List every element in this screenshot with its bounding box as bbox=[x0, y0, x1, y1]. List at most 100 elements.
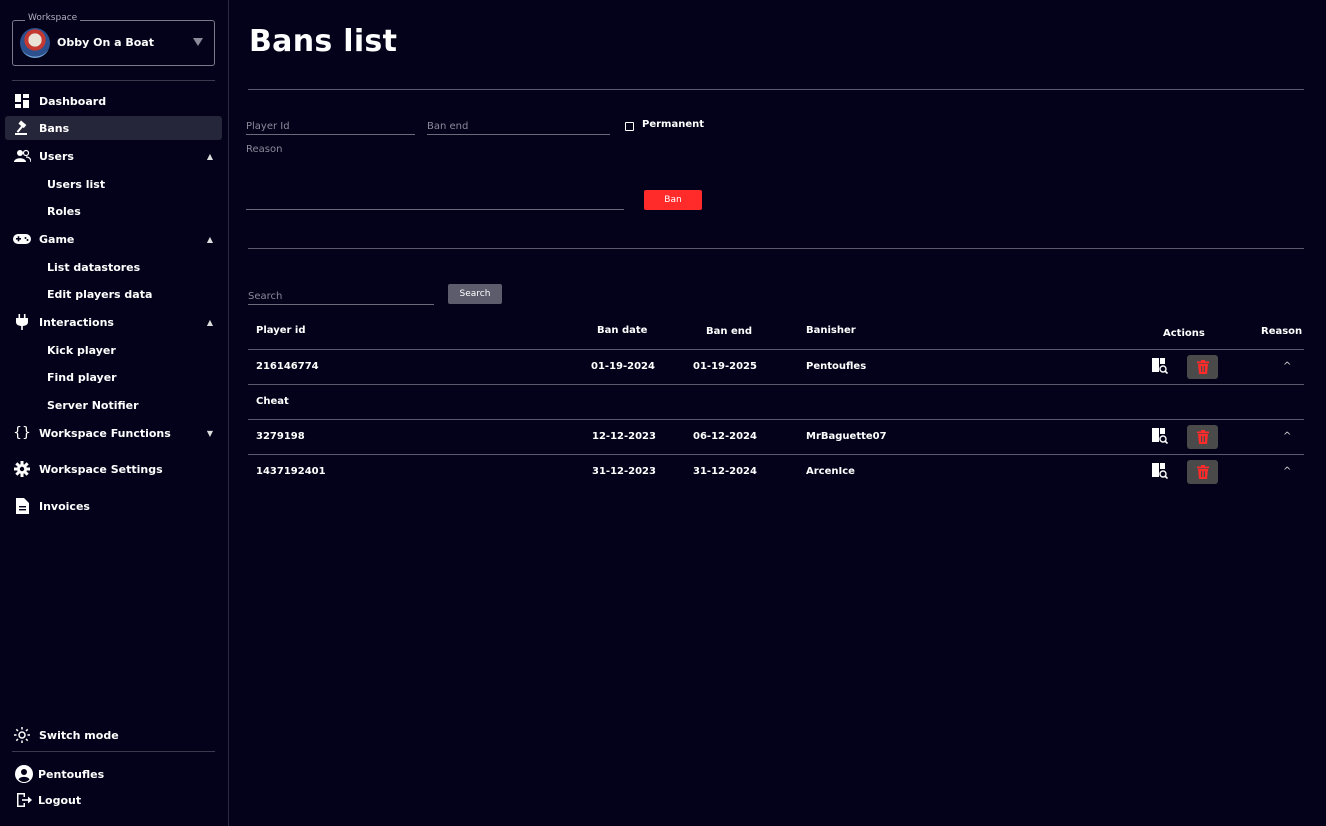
logout-button[interactable]: Logout bbox=[10, 788, 227, 812]
search-button[interactable]: Search bbox=[448, 284, 502, 304]
sidebar: Workspace Obby On a Boat Dashboard Bans … bbox=[0, 0, 229, 826]
view-details-icon[interactable] bbox=[1152, 463, 1168, 479]
view-details-icon[interactable] bbox=[1152, 428, 1168, 444]
player-id-underline bbox=[246, 134, 415, 135]
sidebar-item-users-list[interactable]: Users list bbox=[47, 174, 105, 194]
workspace-selector[interactable]: Workspace Obby On a Boat bbox=[12, 13, 215, 66]
view-details-icon[interactable] bbox=[1152, 358, 1168, 374]
workspace-label: Workspace bbox=[25, 13, 81, 23]
cell-ban-end: 31-12-2024 bbox=[693, 466, 757, 477]
sidebar-item-label: Find player bbox=[47, 370, 117, 384]
table-divider bbox=[248, 384, 1304, 385]
sidebar-item-find-player[interactable]: Find player bbox=[47, 367, 117, 387]
cell-player-id: 3279198 bbox=[256, 431, 305, 442]
braces-icon: {} bbox=[13, 425, 31, 441]
user-name: Pentoufles bbox=[38, 767, 105, 781]
sidebar-item-label: Invoices bbox=[39, 499, 90, 513]
workspace-name: Obby On a Boat bbox=[57, 36, 154, 49]
sidebar-item-label: Dashboard bbox=[39, 94, 107, 108]
table-divider bbox=[248, 349, 1304, 350]
user-profile[interactable]: Pentoufles bbox=[10, 762, 227, 786]
permanent-checkbox[interactable] bbox=[625, 122, 634, 131]
search-underline bbox=[248, 304, 434, 305]
search-input[interactable]: Search bbox=[248, 291, 282, 302]
sidebar-item-label: Users bbox=[39, 149, 74, 163]
ban-end-input[interactable]: Ban end bbox=[427, 121, 468, 132]
cell-ban-date: 12-12-2023 bbox=[592, 431, 656, 442]
delete-button[interactable] bbox=[1187, 460, 1218, 484]
workspace-avatar bbox=[20, 28, 50, 58]
sidebar-item-label: List datastores bbox=[47, 260, 141, 274]
triangle-up-icon[interactable]: ▲ bbox=[198, 235, 222, 244]
chevron-up-icon[interactable]: ^ bbox=[1283, 431, 1291, 442]
cell-player-id: 216146774 bbox=[256, 361, 319, 372]
cell-banisher: MrBaguette07 bbox=[806, 431, 887, 442]
sidebar-item-workspace-functions[interactable]: {} Workspace Functions ▼ bbox=[5, 421, 222, 445]
cell-player-id: 1437192401 bbox=[256, 466, 326, 477]
reason-underline bbox=[246, 209, 624, 210]
divider bbox=[248, 89, 1304, 90]
users-icon bbox=[5, 149, 39, 163]
account-circle-icon bbox=[10, 765, 38, 783]
sidebar-item-interactions[interactable]: Interactions ▲ bbox=[5, 310, 222, 334]
divider bbox=[12, 751, 215, 752]
sidebar-item-server-notifier[interactable]: Server Notifier bbox=[47, 395, 139, 415]
switch-mode-button[interactable]: Switch mode bbox=[5, 723, 222, 747]
divider bbox=[12, 80, 215, 81]
permanent-label: Permanent bbox=[642, 119, 705, 130]
chevron-up-icon[interactable]: ^ bbox=[1283, 466, 1291, 477]
player-id-input[interactable]: Player Id bbox=[246, 121, 290, 132]
logout-icon bbox=[10, 793, 38, 807]
sidebar-item-label: Workspace Settings bbox=[39, 462, 163, 476]
sidebar-item-label: Interactions bbox=[39, 315, 114, 329]
gamepad-icon bbox=[5, 233, 39, 245]
column-header-player-id[interactable]: Player id bbox=[256, 325, 306, 336]
cell-ban-date: 31-12-2023 bbox=[592, 466, 656, 477]
triangle-up-icon[interactable]: ▲ bbox=[198, 152, 222, 161]
reason-text: Cheat bbox=[256, 396, 289, 407]
sidebar-item-label: Game bbox=[39, 232, 75, 246]
trash-icon bbox=[1196, 430, 1209, 444]
column-header-ban-end[interactable]: Ban end bbox=[706, 326, 752, 337]
triangle-up-icon[interactable]: ▲ bbox=[198, 318, 222, 327]
table-divider bbox=[248, 454, 1304, 455]
cell-ban-end: 01-19-2025 bbox=[693, 361, 757, 372]
sidebar-item-label: Edit players data bbox=[47, 287, 153, 301]
document-icon bbox=[5, 498, 39, 514]
gear-icon bbox=[5, 461, 39, 477]
delete-button[interactable] bbox=[1187, 355, 1218, 379]
main-content: Bans list Player Id Ban end Permanent Re… bbox=[230, 0, 1326, 826]
sidebar-item-kick-player[interactable]: Kick player bbox=[47, 340, 116, 360]
sidebar-item-list-datastores[interactable]: List datastores bbox=[47, 257, 140, 277]
sidebar-item-label: Roles bbox=[47, 204, 81, 218]
cell-banisher: Pentoufles bbox=[806, 361, 867, 372]
sidebar-item-dashboard[interactable]: Dashboard bbox=[5, 89, 222, 113]
sidebar-item-label: Users list bbox=[47, 177, 106, 191]
dashboard-icon bbox=[5, 93, 39, 109]
divider bbox=[248, 248, 1304, 249]
sidebar-item-label: Workspace Functions bbox=[39, 426, 171, 440]
column-header-ban-date[interactable]: Ban date bbox=[597, 325, 647, 336]
table-divider bbox=[248, 419, 1304, 420]
sidebar-item-invoices[interactable]: Invoices bbox=[5, 494, 222, 518]
sidebar-item-workspace-settings[interactable]: Workspace Settings bbox=[5, 457, 222, 481]
column-header-banisher[interactable]: Banisher bbox=[806, 325, 856, 336]
sidebar-item-label: Server Notifier bbox=[47, 398, 139, 412]
triangle-down-icon[interactable]: ▼ bbox=[198, 429, 222, 438]
sun-icon bbox=[5, 727, 39, 743]
sidebar-item-game[interactable]: Game ▲ bbox=[5, 227, 222, 251]
reason-textarea[interactable]: Reason bbox=[246, 144, 282, 155]
chevron-up-icon[interactable]: ^ bbox=[1283, 361, 1291, 372]
sidebar-item-roles[interactable]: Roles bbox=[47, 201, 81, 221]
sidebar-item-edit-players-data[interactable]: Edit players data bbox=[47, 284, 152, 304]
trash-icon bbox=[1196, 360, 1209, 374]
caret-down-icon bbox=[193, 38, 203, 46]
sidebar-item-bans[interactable]: Bans bbox=[5, 116, 222, 140]
gavel-icon bbox=[5, 120, 39, 136]
cell-ban-date: 01-19-2024 bbox=[591, 361, 655, 372]
delete-button[interactable] bbox=[1187, 425, 1218, 449]
ban-end-underline bbox=[427, 134, 610, 135]
sidebar-item-users[interactable]: Users ▲ bbox=[5, 144, 222, 168]
ban-button[interactable]: Ban bbox=[644, 190, 702, 210]
column-header-actions: Actions bbox=[1163, 328, 1205, 339]
